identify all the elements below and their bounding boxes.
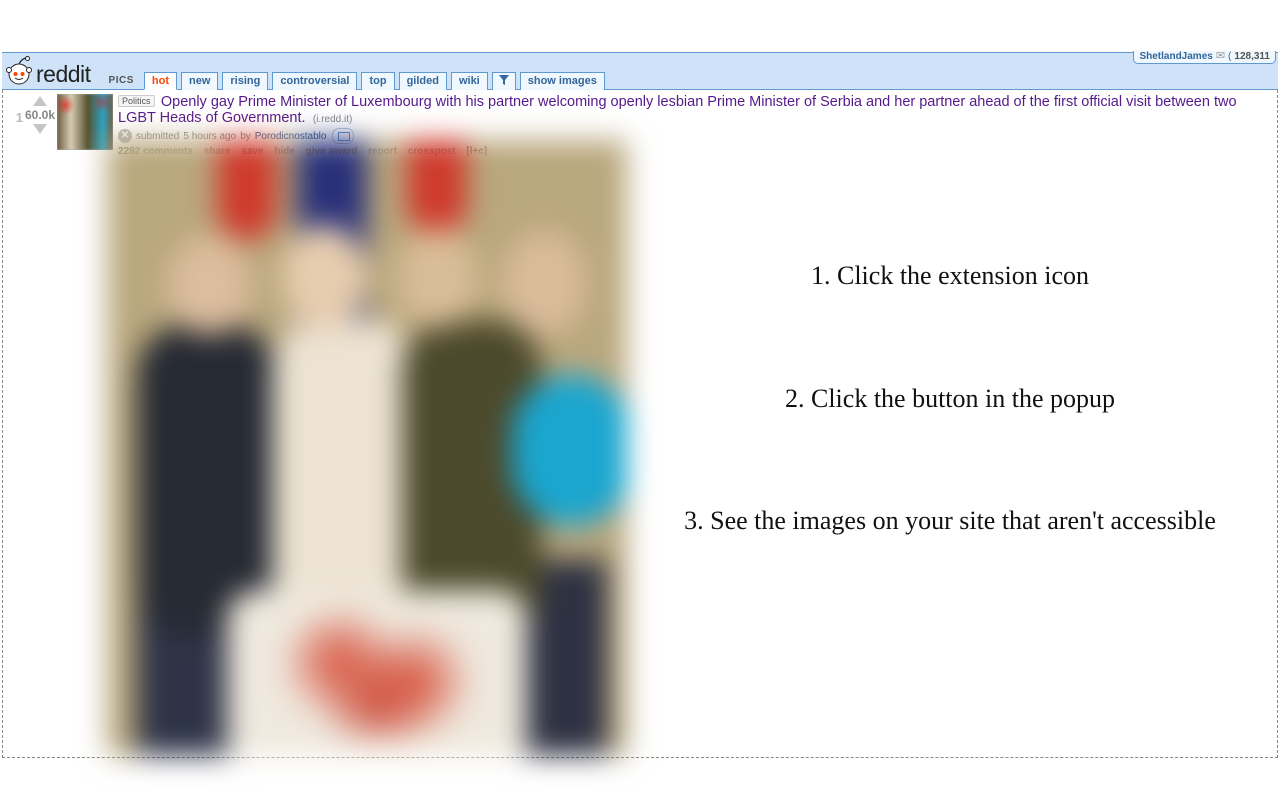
logo-area[interactable]: reddit — [4, 56, 97, 86]
instruction-step-2: 2. Click the button in the popup — [653, 383, 1247, 416]
instruction-step-3: 3. See the images on your site that aren… — [653, 505, 1247, 538]
tab-hot[interactable]: hot — [144, 72, 177, 90]
post-thumbnail[interactable] — [57, 94, 113, 150]
subreddit-name[interactable]: PICS — [109, 75, 134, 86]
tab-menu: hot new rising controversial top gilded … — [144, 71, 605, 89]
tab-wiki[interactable]: wiki — [451, 72, 488, 90]
post-flair[interactable]: Politics — [118, 95, 155, 107]
logo-text: reddit — [36, 63, 91, 86]
downvote-arrow-icon[interactable] — [33, 124, 47, 134]
tab-show-images[interactable]: show images — [520, 72, 605, 90]
mail-icon[interactable]: ✉ — [1216, 51, 1225, 61]
username-link[interactable]: ShetlandJames — [1139, 51, 1212, 62]
tab-controversial[interactable]: controversial — [272, 72, 357, 90]
tab-rising[interactable]: rising — [222, 72, 268, 90]
filter-icon — [499, 75, 509, 85]
top-bar: reddit PICS hot new rising controversial… — [2, 52, 1278, 90]
blurred-post-image — [107, 140, 627, 755]
tab-top[interactable]: top — [361, 72, 394, 90]
post-score: 60.0k — [25, 108, 55, 122]
vote-column: 60.0k — [25, 94, 55, 157]
content-area: 1 60.0k Politics Openly gay Prime Minist… — [2, 90, 1278, 758]
instruction-step-1: 1. Click the extension icon — [653, 260, 1247, 293]
user-info: ShetlandJames ✉ (128,311 — [1133, 51, 1276, 64]
reddit-alien-icon — [4, 56, 34, 86]
tab-gilded[interactable]: gilded — [399, 72, 447, 90]
tab-new[interactable]: new — [181, 72, 218, 90]
post-title-link[interactable]: Openly gay Prime Minister of Luxembourg … — [118, 94, 1237, 126]
upvote-arrow-icon[interactable] — [33, 96, 47, 106]
post-domain[interactable]: (i.redd.it) — [313, 114, 352, 125]
karma-count: 128,311 — [1234, 51, 1270, 62]
instructions-overlay: 1. Click the extension icon 2. Click the… — [653, 260, 1247, 538]
tab-filter[interactable] — [492, 72, 516, 90]
post-rank: 1 — [9, 94, 25, 157]
